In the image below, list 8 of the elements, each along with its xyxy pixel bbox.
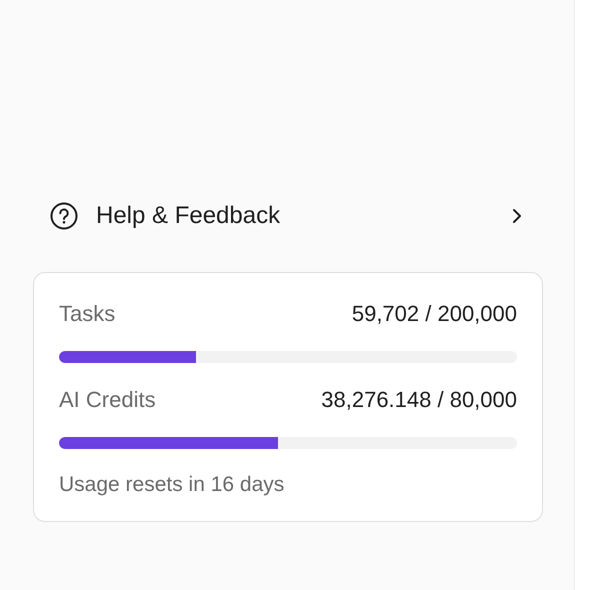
meter-reading: 59,702 / 200,000 xyxy=(352,301,517,327)
meter-reading: 38,276.148 / 80,000 xyxy=(321,387,517,413)
meter-label: Tasks xyxy=(59,301,116,327)
help-feedback-link[interactable]: Help & Feedback xyxy=(33,201,542,231)
meter-label: AI Credits xyxy=(59,387,156,413)
help-icon xyxy=(50,202,78,230)
reset-note: Usage resets in 16 days xyxy=(59,473,286,497)
chevron-right-icon xyxy=(512,208,522,224)
